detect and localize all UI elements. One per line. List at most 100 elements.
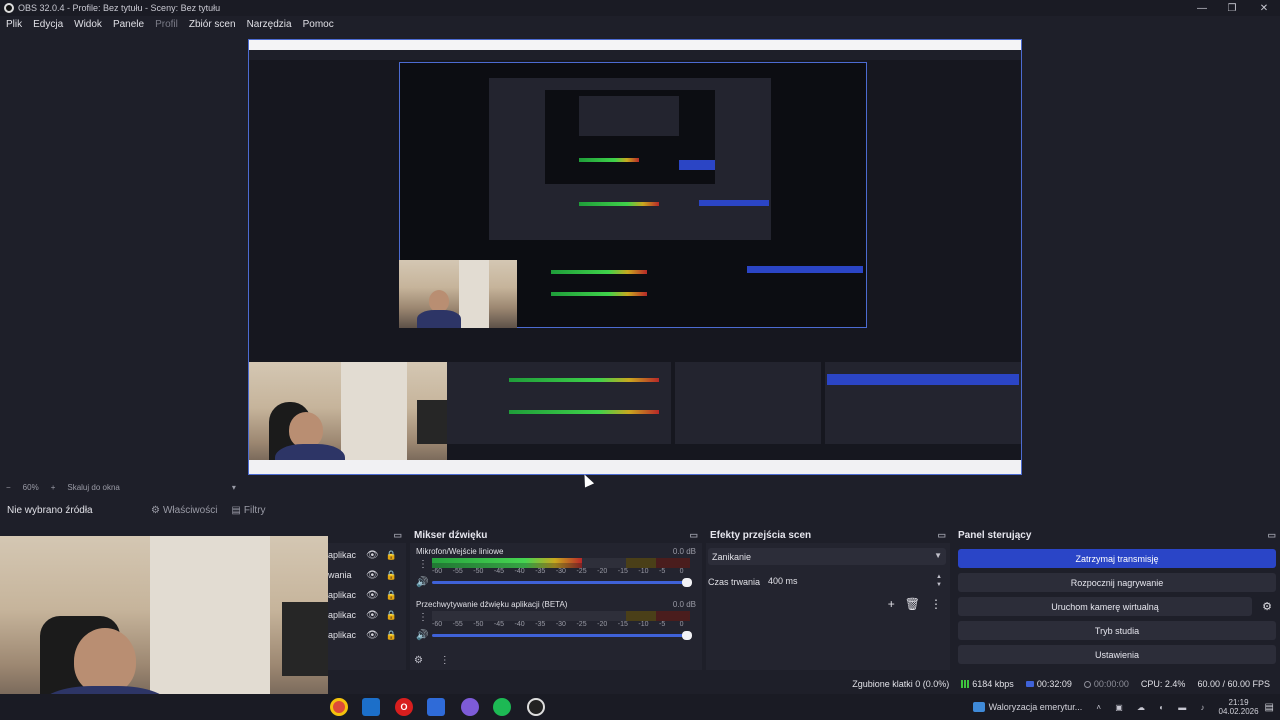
lock-icon[interactable]: 🔒 — [386, 610, 397, 621]
meter-tick-label: -60 — [432, 621, 443, 628]
spotify-icon[interactable] — [493, 698, 511, 716]
preview-webcam — [249, 362, 447, 474]
source-name: aplikac — [328, 630, 357, 640]
stop-stream-button[interactable]: Zatrzymaj transmisję — [958, 549, 1276, 568]
source-item[interactable]: aplikac 👁 🔒 — [328, 608, 406, 622]
menu-file[interactable]: Plik — [6, 19, 22, 30]
nested-transitions — [675, 362, 821, 444]
eye-icon[interactable]: 👁 — [366, 550, 379, 561]
advanced-audio-icon[interactable]: ⚙ — [414, 655, 423, 666]
source-item[interactable]: aplikac 👁 🔒 — [328, 548, 406, 562]
zoom-out-button[interactable]: − — [6, 483, 11, 492]
dock-menu-icon[interactable]: ▭ — [393, 530, 402, 541]
bitrate-value: 6184 kbps — [972, 679, 1014, 689]
menu-edit[interactable]: Edycja — [33, 19, 63, 30]
lock-icon[interactable]: 🔒 — [386, 550, 397, 561]
maximize-button[interactable]: ❐ — [1216, 0, 1248, 16]
slider-knob[interactable] — [682, 578, 692, 587]
meter-tick-label: -40 — [514, 621, 525, 628]
news-widget[interactable]: Waloryzacja emerytur... — [972, 702, 1083, 712]
nested-meter-2 — [579, 202, 659, 206]
menu-profile[interactable]: Profil — [155, 19, 178, 30]
no-source-label: Nie wybrano źródła — [7, 504, 93, 516]
minimize-button[interactable]: — — [1186, 0, 1218, 16]
virtual-camera-button[interactable]: Uruchom kamerę wirtualną — [958, 597, 1252, 616]
transition-menu-icon[interactable]: ⋮ — [930, 597, 942, 611]
zoom-in-button[interactable]: + — [51, 483, 56, 492]
menu-docks[interactable]: Panele — [113, 19, 144, 30]
eye-icon[interactable]: 👁 — [366, 610, 379, 621]
studio-mode-button[interactable]: Tryb studia — [958, 621, 1276, 640]
clock[interactable]: 21:19 04.02.2026 — [1219, 698, 1259, 716]
start-recording-button[interactable]: Rozpocznij nagrywanie — [958, 573, 1276, 592]
properties-button[interactable]: ⚙ Właściwości — [151, 505, 217, 516]
cpu-usage: CPU: 2.4% — [1140, 679, 1186, 689]
slider-knob[interactable] — [682, 631, 692, 640]
volume-slider[interactable] — [432, 631, 692, 640]
messenger-icon[interactable] — [461, 698, 479, 716]
close-button[interactable]: ✕ — [1248, 0, 1280, 16]
spin-arrows-icon[interactable]: ▲ ▼ — [936, 573, 942, 589]
fit-to-window[interactable]: Skaluj do okna — [67, 483, 119, 492]
menu-view[interactable]: Widok — [74, 19, 102, 30]
news-text: Waloryzacja emerytur... — [988, 702, 1083, 712]
dock-menu-icon[interactable]: ▭ — [1267, 530, 1276, 541]
zoom-level: 60% — [22, 482, 39, 492]
lock-icon[interactable]: 🔒 — [386, 590, 397, 601]
app-icon[interactable] — [427, 698, 445, 716]
eye-icon[interactable]: 👁 — [366, 590, 379, 601]
opera-icon[interactable]: O — [395, 698, 413, 716]
zoom-dropdown-icon[interactable]: ▾ — [232, 483, 236, 492]
meter-tick-label: -50 — [473, 621, 484, 628]
volume-slider[interactable] — [432, 578, 692, 587]
duration-input[interactable]: 400 ms ▲ ▼ — [764, 573, 944, 589]
obs-logo-icon — [4, 3, 14, 13]
mixer-menu-icon[interactable]: ⋮ — [440, 655, 450, 666]
channel-menu-icon[interactable]: ⋮ — [418, 559, 428, 570]
source-item[interactable]: aplikac 👁 🔒 — [328, 588, 406, 602]
obs-taskbar-icon[interactable] — [527, 698, 545, 716]
channel-name: Mikrofon/Wejście liniowe — [416, 547, 504, 556]
volume-meter — [432, 611, 690, 621]
clock-time: 21:19 — [1228, 698, 1249, 707]
source-item[interactable]: aplikac 👁 🔒 — [328, 628, 406, 642]
edge-icon[interactable] — [362, 698, 380, 716]
tray-icons[interactable]: ˄ ▣ ☁ ◐ ▬ ♪ — [1096, 703, 1210, 712]
sources-dock: ▭ aplikac 👁 🔒 wania 👁 🔒 aplikac 👁 🔒 apli… — [328, 528, 406, 670]
source-item[interactable]: wania 👁 🔒 — [328, 568, 406, 582]
settings-button[interactable]: Ustawienia — [958, 645, 1276, 664]
preview-area[interactable] — [0, 32, 1280, 488]
filters-button[interactable]: ▤ Filtry — [231, 505, 265, 516]
lock-icon[interactable]: 🔒 — [386, 630, 397, 641]
meter-tick-label: -10 — [638, 621, 649, 628]
notification-icon[interactable]: ▤ — [1265, 702, 1274, 713]
speaker-icon[interactable]: 🔊 — [416, 577, 428, 588]
gear-icon[interactable]: ⚙ — [1262, 600, 1272, 613]
menu-scene-collection[interactable]: Zbiór scen — [189, 19, 236, 30]
system-tray: Waloryzacja emerytur... ˄ ▣ ☁ ◐ ▬ ♪ 21:1… — [972, 694, 1274, 720]
preview-canvas[interactable] — [248, 39, 1022, 475]
speaker-icon[interactable]: 🔊 — [416, 630, 428, 641]
add-transition-icon[interactable]: + — [888, 597, 895, 611]
dock-menu-icon[interactable]: ▭ — [689, 530, 698, 541]
meter-tick-label: -60 — [432, 568, 443, 575]
lock-icon[interactable]: 🔒 — [386, 570, 397, 581]
eye-icon[interactable]: 👁 — [366, 630, 379, 641]
eye-icon[interactable]: 👁 — [366, 570, 379, 581]
nested-title-bar — [249, 40, 1021, 50]
chrome-icon[interactable] — [330, 698, 348, 716]
dropped-frames: Zgubione klatki 0 (0.0%) — [852, 679, 950, 689]
sources-dock-header: ▭ — [328, 528, 406, 543]
dock-menu-icon[interactable]: ▭ — [937, 530, 946, 541]
menu-tools[interactable]: Narzędzia — [247, 19, 292, 30]
transition-select[interactable]: Zanikanie ▼ — [708, 548, 946, 565]
trash-icon[interactable]: 🗑 — [905, 597, 920, 611]
sources-list[interactable]: aplikac 👁 🔒 wania 👁 🔒 aplikac 👁 🔒 aplika… — [328, 543, 406, 670]
nested-blue-btn-2 — [699, 200, 769, 206]
meter-tick-label: -25 — [576, 568, 587, 575]
stream-icon — [1025, 681, 1034, 687]
channel-menu-icon[interactable]: ⋮ — [418, 612, 428, 623]
menu-help[interactable]: Pomoc — [303, 19, 334, 30]
meter-tick-label: -5 — [659, 621, 666, 628]
controls-body: Zatrzymaj transmisję Rozpocznij nagrywan… — [954, 543, 1280, 670]
